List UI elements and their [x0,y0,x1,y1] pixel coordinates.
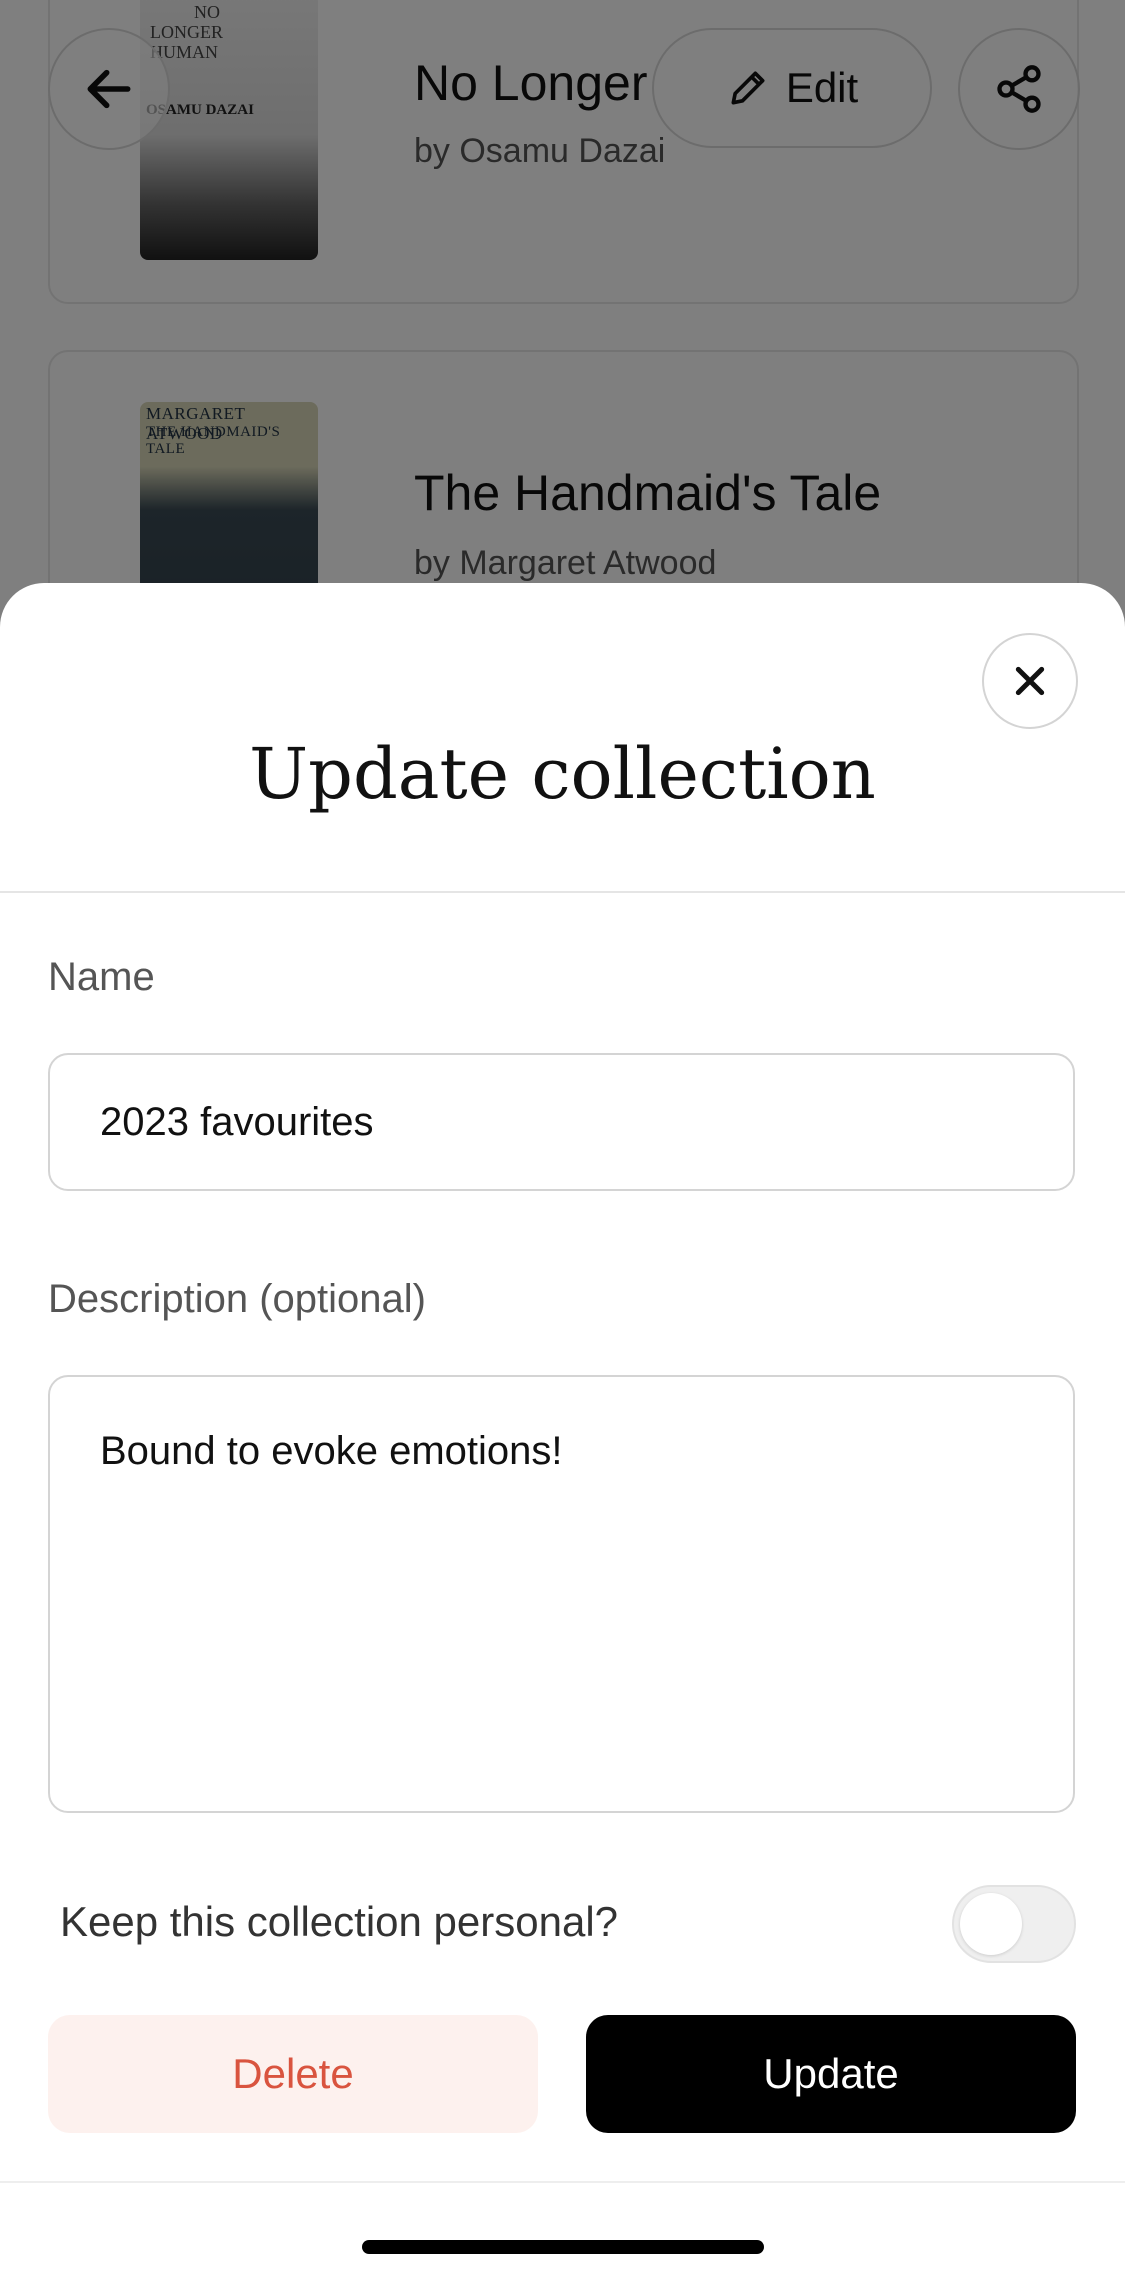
close-button[interactable] [982,633,1078,729]
update-collection-sheet: Update collection Name 2023 favourites D… [0,583,1125,2284]
sheet-title: Update collection [249,733,876,815]
description-label: Description (optional) [48,1277,426,1321]
name-input[interactable]: 2023 favourites [48,1053,1075,1191]
name-input-value: 2023 favourites [100,1099,374,1144]
description-value: Bound to evoke emotions! [100,1429,563,1473]
divider [0,2181,1125,2183]
divider [0,891,1125,893]
update-button[interactable]: Update [586,2015,1076,2133]
name-label: Name [48,955,155,999]
delete-button[interactable]: Delete [48,2015,538,2133]
close-icon [1015,666,1045,696]
description-textarea[interactable]: Bound to evoke emotions! [48,1375,1075,1813]
personal-toggle[interactable] [952,1885,1076,1963]
personal-toggle-label: Keep this collection personal? [60,1898,619,1945]
home-indicator [362,2240,764,2254]
toggle-knob [960,1893,1022,1955]
